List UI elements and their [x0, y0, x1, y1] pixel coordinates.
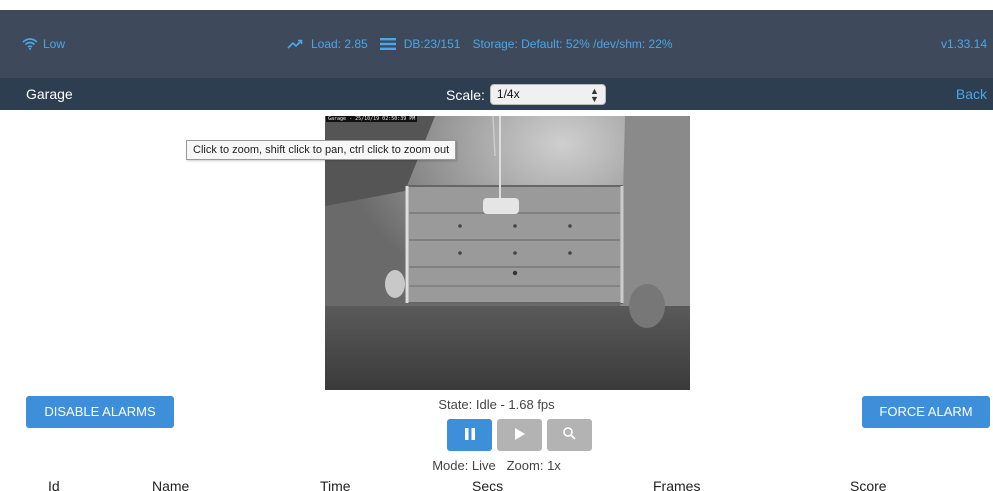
monitor-name: Garage: [26, 86, 73, 102]
zoom-tooltip: Click to zoom, shift click to pan, ctrl …: [186, 140, 457, 160]
play-icon: [514, 427, 525, 443]
system-status: Load: 2.85 DB:23/151 Storage: Default: 5…: [287, 37, 673, 51]
bandwidth-label: Low: [43, 37, 66, 51]
pause-button[interactable]: [447, 419, 492, 451]
trend-up-icon: [287, 39, 303, 49]
wifi-icon: [22, 38, 38, 50]
top-status-bar: Low Load: 2.85 DB:23/151 Storage: Defaul…: [0, 10, 993, 78]
select-arrows-icon: ▲ ▼: [590, 86, 599, 104]
column-header-frames[interactable]: Frames: [653, 478, 700, 491]
monitor-state: State: Idle - 1.68 fps: [438, 397, 555, 412]
zoom-out-button[interactable]: [547, 419, 592, 451]
column-header-score[interactable]: Score: [850, 478, 887, 491]
mode-zoom-status: Mode: Live Zoom: 1x: [432, 458, 561, 473]
load-status: Load: 2.85: [311, 37, 368, 51]
monitor-header: Garage Scale: 1/4x ▲ ▼ Back: [0, 78, 993, 110]
events-table-header: Id Name Time Secs Frames Score: [0, 478, 993, 491]
db-status: DB:23/151: [403, 37, 461, 51]
camera-timestamp-overlay: Garage - 25/10/19 02:50:39 PM: [326, 116, 418, 122]
list-icon: [379, 38, 396, 50]
play-button[interactable]: [497, 419, 542, 451]
column-header-id[interactable]: Id: [48, 478, 60, 491]
scale-value: 1/4x: [496, 87, 520, 101]
scale-label: Scale:: [446, 86, 485, 103]
column-header-name[interactable]: Name: [152, 478, 189, 491]
storage-status: Storage: Default: 52% /dev/shm: 22%: [472, 37, 673, 51]
column-header-time[interactable]: Time: [320, 478, 351, 491]
bandwidth-toggle[interactable]: Low: [22, 37, 65, 51]
back-link[interactable]: Back: [956, 86, 987, 102]
scale-select[interactable]: 1/4x ▲ ▼: [489, 84, 606, 105]
scale-control: Scale: 1/4x ▲ ▼: [446, 84, 606, 105]
version-link[interactable]: v1.33.14: [941, 37, 987, 51]
playback-controls: [447, 419, 592, 451]
search-icon: [563, 427, 576, 443]
column-header-secs[interactable]: Secs: [472, 478, 503, 491]
pause-icon: [464, 427, 475, 443]
